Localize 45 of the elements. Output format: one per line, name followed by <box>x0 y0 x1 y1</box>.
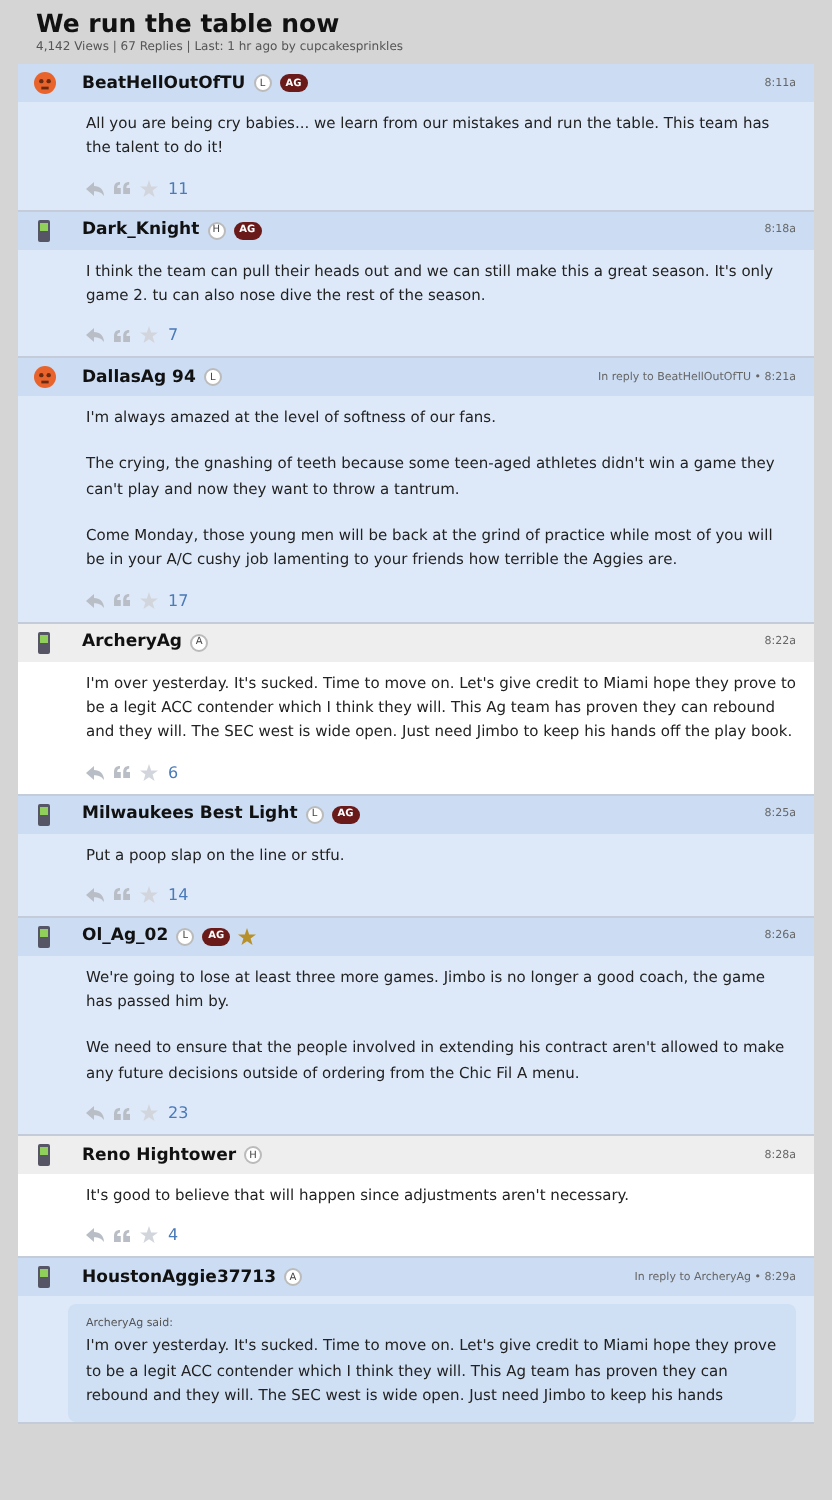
star-icon[interactable] <box>140 1226 158 1245</box>
reply-icon[interactable] <box>86 593 104 608</box>
quote-icon[interactable] <box>114 1107 130 1120</box>
like-count: 7 <box>168 326 179 345</box>
author-name[interactable]: DallasAg 94 <box>82 367 196 388</box>
avatar-icon <box>33 366 55 389</box>
reply-icon[interactable] <box>86 181 104 196</box>
phone-icon <box>38 925 50 948</box>
author-name[interactable]: Reno Hightower <box>82 1145 237 1166</box>
author-name[interactable]: HoustonAggie37713 <box>82 1267 277 1288</box>
star-icon[interactable] <box>140 763 158 782</box>
quote-icon[interactable] <box>114 888 130 901</box>
star-icon[interactable] <box>140 885 158 904</box>
quote-icon[interactable] <box>114 594 130 607</box>
phone-icon <box>38 803 50 826</box>
star-icon[interactable] <box>140 179 158 198</box>
like-count: 17 <box>168 591 189 610</box>
quote-icon[interactable] <box>114 1229 130 1242</box>
phone-icon <box>38 631 50 654</box>
reply-icon[interactable] <box>86 1228 104 1243</box>
author-name[interactable]: Dark_Knight <box>82 220 200 241</box>
star-icon[interactable] <box>140 326 158 345</box>
reply-icon[interactable] <box>86 1106 104 1121</box>
quote-icon[interactable] <box>114 766 130 779</box>
phone-icon <box>38 1266 50 1289</box>
quote-icon[interactable] <box>114 182 130 195</box>
like-count: 6 <box>168 763 179 782</box>
star-icon[interactable] <box>140 591 158 610</box>
like-count: 23 <box>168 1104 189 1123</box>
author-name[interactable]: Milwaukees Best Light <box>82 804 298 825</box>
reply-icon[interactable] <box>86 887 104 902</box>
like-count: 11 <box>168 179 189 198</box>
reply-icon[interactable] <box>86 328 104 343</box>
phone-icon <box>38 219 50 242</box>
thread-title: We run the table now <box>36 8 342 38</box>
like-count: 14 <box>168 885 189 904</box>
star-icon[interactable] <box>140 1104 158 1123</box>
reply-icon[interactable] <box>86 765 104 780</box>
like-count: 4 <box>168 1226 179 1245</box>
author-name[interactable]: ArcheryAg <box>82 632 183 653</box>
phone-icon <box>38 1144 50 1167</box>
author-name[interactable]: BeatHellOutOfTU <box>82 73 246 93</box>
author-name[interactable]: Ol_Ag_02 <box>82 926 169 947</box>
avatar-icon <box>33 72 55 94</box>
quote-icon[interactable] <box>114 329 130 342</box>
